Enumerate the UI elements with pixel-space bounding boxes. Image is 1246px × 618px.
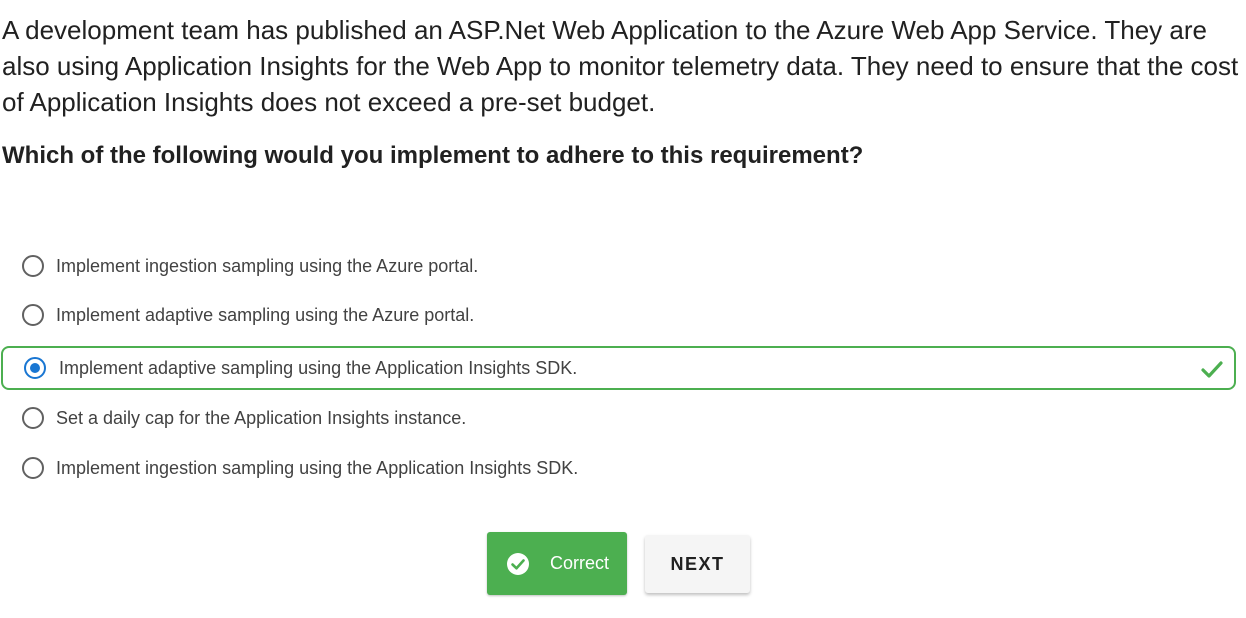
answer-option-3[interactable]: Implement adaptive sampling using the Ap… [1, 346, 1236, 390]
answer-label: Set a daily cap for the Application Insi… [56, 407, 467, 428]
check-icon [1201, 361, 1223, 378]
next-button[interactable]: NEXT [645, 535, 750, 593]
circle-check-icon [507, 552, 529, 575]
radio-button[interactable] [22, 304, 44, 326]
radio-button[interactable] [22, 255, 44, 277]
answer-option-1[interactable]: Implement ingestion sampling using the A… [0, 244, 1236, 288]
radio-button[interactable] [22, 457, 44, 479]
correct-button[interactable]: Correct [487, 532, 627, 595]
answer-label: Implement ingestion sampling using the A… [56, 255, 479, 276]
question-prompt: Which of the following would you impleme… [2, 142, 864, 169]
radio-button-selected[interactable] [24, 357, 46, 379]
question-text: A development team has published an ASP.… [2, 15, 1239, 117]
answer-option-4[interactable]: Set a daily cap for the Application Insi… [0, 396, 1236, 440]
correct-button-label: Correct [550, 553, 610, 573]
action-bar: Correct NEXT [0, 532, 1246, 596]
answer-option-2[interactable]: Implement adaptive sampling using the Az… [0, 293, 1236, 337]
answer-label: Implement ingestion sampling using the A… [56, 457, 579, 478]
radio-button[interactable] [22, 407, 44, 429]
answer-label: Implement adaptive sampling using the Az… [56, 304, 475, 325]
answer-label: Implement adaptive sampling using the Ap… [59, 357, 578, 378]
answer-option-5[interactable]: Implement ingestion sampling using the A… [0, 446, 1236, 490]
